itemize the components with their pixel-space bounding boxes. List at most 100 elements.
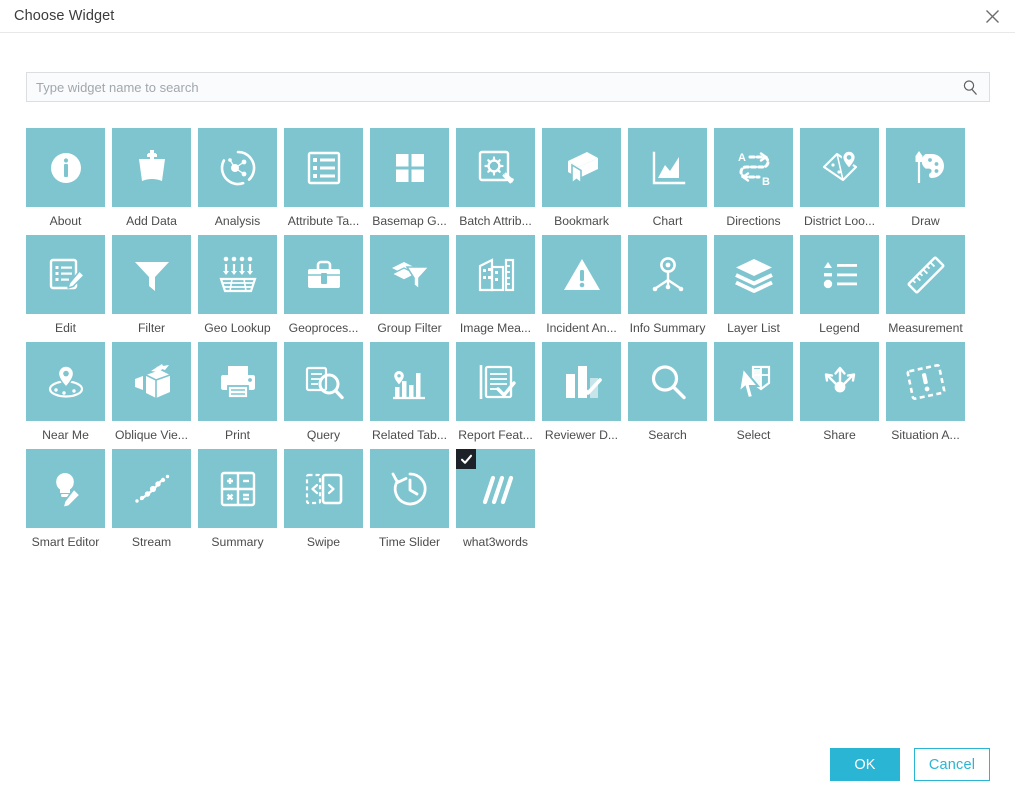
widget-tile[interactable] — [26, 449, 105, 528]
widget-cell[interactable]: Share — [800, 342, 886, 442]
widget-tile[interactable] — [284, 342, 363, 421]
widget-tile[interactable] — [370, 128, 449, 207]
widget-cell[interactable]: Oblique Vie... — [112, 342, 198, 442]
widget-tile[interactable] — [800, 235, 879, 314]
widget-label: District Loo... — [803, 214, 876, 228]
widget-tile[interactable]: AB — [714, 128, 793, 207]
widget-tile[interactable] — [456, 128, 535, 207]
search-input[interactable] — [27, 73, 961, 101]
widget-label: Situation A... — [891, 428, 960, 442]
widget-label: Bookmark — [554, 214, 609, 228]
widget-tile[interactable] — [886, 128, 965, 207]
widget-label: Attribute Ta... — [287, 214, 360, 228]
widget-cell[interactable]: Geo Lookup — [198, 235, 284, 335]
widget-tile[interactable] — [112, 235, 191, 314]
widget-tile[interactable] — [112, 128, 191, 207]
widget-cell[interactable]: Analysis — [198, 128, 284, 228]
widget-tile[interactable] — [542, 235, 621, 314]
widget-cell[interactable]: Near Me — [26, 342, 112, 442]
widget-tile[interactable] — [284, 128, 363, 207]
widget-label: Legend — [819, 321, 860, 335]
widget-cell[interactable]: Image Mea... — [456, 235, 542, 335]
widget-tile[interactable] — [628, 235, 707, 314]
widget-cell[interactable]: Situation A... — [886, 342, 972, 442]
widget-tile[interactable] — [714, 235, 793, 314]
widget-tile[interactable] — [198, 128, 277, 207]
widget-cell[interactable]: Legend — [800, 235, 886, 335]
widget-cell[interactable]: Summary — [198, 449, 284, 549]
widget-tile[interactable] — [456, 235, 535, 314]
widget-tile[interactable] — [542, 342, 621, 421]
widget-cell[interactable]: Time Slider — [370, 449, 456, 549]
share-icon — [824, 366, 855, 392]
widget-cell[interactable]: Report Feat... — [456, 342, 542, 442]
search-box[interactable] — [26, 72, 990, 102]
widget-cell[interactable]: what3words — [456, 449, 542, 549]
widget-cell[interactable]: Batch Attrib... — [456, 128, 542, 228]
widget-tile[interactable] — [456, 342, 535, 421]
widget-tile[interactable] — [198, 342, 277, 421]
widget-tile[interactable] — [456, 449, 535, 528]
widget-tile[interactable] — [284, 235, 363, 314]
widget-cell[interactable]: Chart — [628, 128, 714, 228]
basemap-gallery-icon — [395, 153, 424, 182]
widget-tile[interactable] — [628, 128, 707, 207]
widget-label: Report Feat... — [458, 428, 533, 442]
widget-cell[interactable]: Info Summary — [628, 235, 714, 335]
search-widget-icon — [651, 364, 686, 399]
widget-cell[interactable]: Query — [284, 342, 370, 442]
search-icon[interactable] — [962, 79, 979, 96]
widget-selected-checkbox[interactable] — [456, 449, 476, 469]
widget-cell[interactable]: Measurement — [886, 235, 972, 335]
situation-awareness-icon — [906, 363, 945, 400]
widget-tile[interactable] — [628, 342, 707, 421]
widget-cell[interactable]: Layer List — [714, 235, 800, 335]
reviewer-dashboard-icon — [565, 365, 602, 398]
widget-tile[interactable] — [542, 128, 621, 207]
widget-cell[interactable]: About — [26, 128, 112, 228]
widget-tile[interactable] — [370, 342, 449, 421]
widget-tile[interactable] — [886, 235, 965, 314]
widget-tile[interactable] — [112, 449, 191, 528]
widget-tile[interactable] — [198, 235, 277, 314]
widget-cell[interactable]: Draw — [886, 128, 972, 228]
widget-cell[interactable]: Reviewer D... — [542, 342, 628, 442]
widget-tile[interactable] — [198, 449, 277, 528]
widget-cell[interactable]: Add Data — [112, 128, 198, 228]
widget-tile[interactable] — [370, 235, 449, 314]
widget-cell[interactable]: A B Directions — [714, 128, 800, 228]
widget-tile[interactable] — [886, 342, 965, 421]
widget-tile[interactable] — [284, 449, 363, 528]
widget-cell[interactable]: Swipe — [284, 449, 370, 549]
widget-tile[interactable] — [714, 342, 793, 421]
widget-cell[interactable]: Incident An... — [542, 235, 628, 335]
widget-cell[interactable]: Filter — [112, 235, 198, 335]
widget-label: Basemap G... — [372, 214, 447, 228]
widget-tile[interactable] — [800, 342, 879, 421]
widget-label: Summary — [211, 535, 264, 549]
cancel-button[interactable]: Cancel — [914, 748, 990, 781]
widget-cell[interactable]: Stream — [112, 449, 198, 549]
widget-cell[interactable]: Group Filter — [370, 235, 456, 335]
widget-cell[interactable]: Edit — [26, 235, 112, 335]
widget-tile[interactable] — [26, 235, 105, 314]
widget-cell[interactable]: Bookmark — [542, 128, 628, 228]
widget-cell[interactable]: Basemap G... — [370, 128, 456, 228]
widget-tile[interactable] — [26, 342, 105, 421]
widget-cell[interactable]: District Loo... — [800, 128, 886, 228]
widget-cell[interactable]: Attribute Ta... — [284, 128, 370, 228]
widget-tile[interactable] — [26, 128, 105, 207]
ok-button[interactable]: OK — [830, 748, 900, 781]
widget-cell[interactable]: Print — [198, 342, 284, 442]
widget-cell[interactable]: Search — [628, 342, 714, 442]
widget-tile[interactable] — [112, 342, 191, 421]
widget-label: Draw — [911, 214, 940, 228]
widget-cell[interactable]: Select — [714, 342, 800, 442]
widget-tile[interactable] — [800, 128, 879, 207]
bookmark-icon — [567, 151, 598, 185]
close-icon[interactable] — [978, 3, 1006, 29]
widget-cell[interactable]: Smart Editor — [26, 449, 112, 549]
widget-cell[interactable]: Geoproces... — [284, 235, 370, 335]
widget-cell[interactable]: Related Tab... — [370, 342, 456, 442]
widget-tile[interactable] — [370, 449, 449, 528]
